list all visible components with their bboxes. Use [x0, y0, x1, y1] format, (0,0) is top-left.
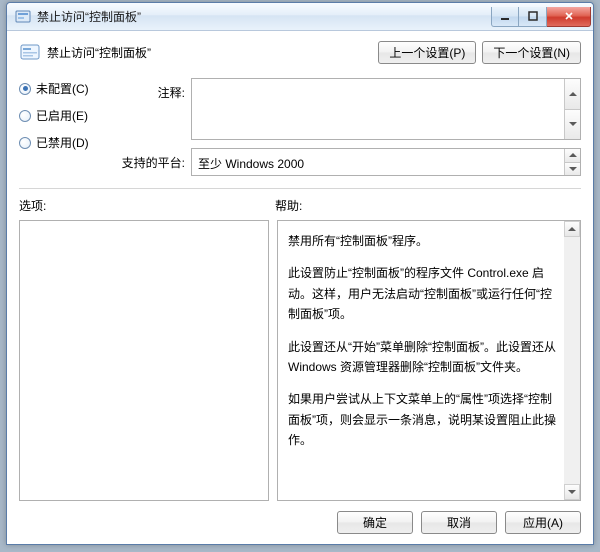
apply-label: 应用(A)	[523, 514, 563, 531]
pane-labels: 选项: 帮助:	[19, 197, 581, 214]
comment-spinner	[564, 79, 580, 139]
cancel-label: 取消	[447, 514, 471, 531]
chevron-down-icon	[569, 122, 577, 126]
radio-disabled[interactable]: 已禁用(D)	[19, 134, 115, 151]
chevron-up-icon	[569, 92, 577, 96]
help-paragraph: 禁用所有“控制面板”程序。	[288, 231, 560, 251]
radio-enabled[interactable]: 已启用(E)	[19, 107, 115, 124]
platform-value: 至少 Windows 2000	[198, 157, 304, 171]
policy-header: 禁止访问“控制面板” 上一个设置(P) 下一个设置(N)	[19, 41, 581, 64]
radio-disabled-label: 已禁用(D)	[36, 134, 89, 151]
minimize-button[interactable]	[491, 7, 519, 27]
nav-buttons: 上一个设置(P) 下一个设置(N)	[378, 41, 581, 64]
chevron-up-icon	[569, 153, 577, 157]
apply-button[interactable]: 应用(A)	[505, 511, 581, 534]
policy-icon	[19, 42, 41, 64]
next-setting-label: 下一个设置(N)	[493, 44, 570, 61]
spin-up-button[interactable]	[564, 79, 580, 109]
chevron-down-icon	[568, 490, 576, 494]
radio-dot-icon	[19, 110, 31, 122]
state-radio-group: 未配置(C) 已启用(E) 已禁用(D)	[19, 78, 115, 176]
config-row: 未配置(C) 已启用(E) 已禁用(D) 注释: 支持的平台:	[19, 78, 581, 176]
chevron-down-icon	[569, 167, 577, 171]
spin-down-button[interactable]	[564, 162, 580, 176]
dialog-footer: 确定 取消 应用(A)	[19, 501, 581, 534]
close-button[interactable]	[547, 7, 591, 27]
scroll-track[interactable]	[564, 237, 580, 484]
previous-setting-button[interactable]: 上一个设置(P)	[378, 41, 476, 64]
cancel-button[interactable]: 取消	[421, 511, 497, 534]
radio-not-configured[interactable]: 未配置(C)	[19, 80, 115, 97]
scroll-up-button[interactable]	[564, 221, 580, 237]
help-scrollbar[interactable]	[564, 221, 580, 500]
content-panes: 禁用所有“控制面板”程序。 此设置防止“控制面板”的程序文件 Control.e…	[19, 220, 581, 501]
titlebar[interactable]: 禁止访问“控制面板”	[7, 3, 593, 31]
radio-dot-icon	[19, 137, 31, 149]
maximize-button[interactable]	[519, 7, 547, 27]
radio-enabled-label: 已启用(E)	[36, 107, 88, 124]
field-column: 注释: 支持的平台: 至少 Windows 2000	[115, 78, 581, 176]
chevron-up-icon	[568, 227, 576, 231]
help-paragraph: 此设置还从“开始”菜单删除“控制面板”。此设置还从 Windows 资源管理器删…	[288, 337, 560, 378]
policy-editor-window: 禁止访问“控制面板” 禁止访问“控制面板” 上一个设置(P) 下一个设置(N) …	[6, 2, 594, 545]
help-paragraph: 如果用户尝试从上下文菜单上的“属性”项选择“控制面板”项，则会显示一条消息，说明…	[288, 389, 560, 450]
platform-label: 支持的平台:	[115, 148, 185, 171]
platform-field: 支持的平台: 至少 Windows 2000	[115, 148, 581, 176]
options-pane[interactable]	[19, 220, 269, 501]
platform-box[interactable]: 至少 Windows 2000	[191, 148, 581, 176]
comment-field: 注释:	[115, 78, 581, 140]
window-buttons	[491, 7, 591, 27]
platform-spinner	[564, 149, 580, 175]
scroll-down-button[interactable]	[564, 484, 580, 500]
window-title: 禁止访问“控制面板”	[37, 8, 491, 25]
comment-textarea[interactable]	[191, 78, 581, 140]
radio-not-configured-label: 未配置(C)	[36, 80, 89, 97]
comment-label: 注释:	[115, 78, 185, 101]
ok-button[interactable]: 确定	[337, 511, 413, 534]
policy-title: 禁止访问“控制面板”	[47, 44, 378, 61]
app-icon	[15, 9, 31, 25]
separator	[19, 188, 581, 189]
spin-up-button[interactable]	[564, 149, 580, 162]
ok-label: 确定	[363, 514, 387, 531]
help-pane[interactable]: 禁用所有“控制面板”程序。 此设置防止“控制面板”的程序文件 Control.e…	[277, 220, 581, 501]
spin-down-button[interactable]	[564, 109, 580, 140]
help-paragraph: 此设置防止“控制面板”的程序文件 Control.exe 启动。这样，用户无法启…	[288, 263, 560, 324]
help-label: 帮助:	[275, 197, 302, 214]
previous-setting-label: 上一个设置(P)	[389, 44, 465, 61]
next-setting-button[interactable]: 下一个设置(N)	[482, 41, 581, 64]
client-area: 禁止访问“控制面板” 上一个设置(P) 下一个设置(N) 未配置(C) 已启用(…	[7, 31, 593, 544]
options-label: 选项:	[19, 197, 275, 214]
radio-dot-icon	[19, 83, 31, 95]
